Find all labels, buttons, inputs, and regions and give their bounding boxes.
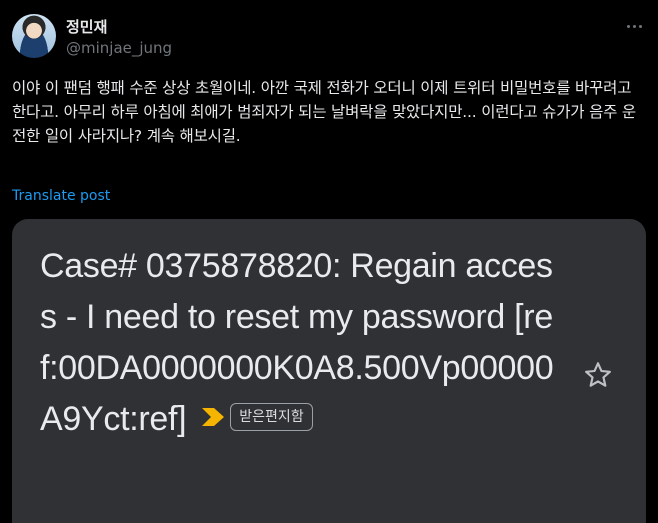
avatar[interactable] [12, 14, 56, 58]
author-display-name[interactable]: 정민재 [66, 16, 107, 37]
star-outline-icon[interactable] [582, 359, 614, 391]
tweet-header: 정민재 @minjae_jung [12, 14, 646, 62]
importance-arrow-icon [202, 408, 225, 427]
tweet-text: 이야 이 팬덤 행패 수준 상상 초월이네. 아깐 국제 전화가 오더니 이제 … [12, 79, 636, 145]
author-handle[interactable]: @minjae_jung [66, 39, 172, 57]
email-subject-container: Case# 0375878820: Regain access - I need… [40, 241, 560, 445]
more-horizontal-icon [626, 24, 630, 28]
inbox-label-chip[interactable]: 받은편지함 [230, 403, 313, 432]
translate-post-link[interactable]: Translate post [12, 188, 110, 204]
more-options-button[interactable] [624, 16, 644, 36]
tweet-media-image[interactable]: Case# 0375878820: Regain access - I need… [12, 219, 646, 523]
